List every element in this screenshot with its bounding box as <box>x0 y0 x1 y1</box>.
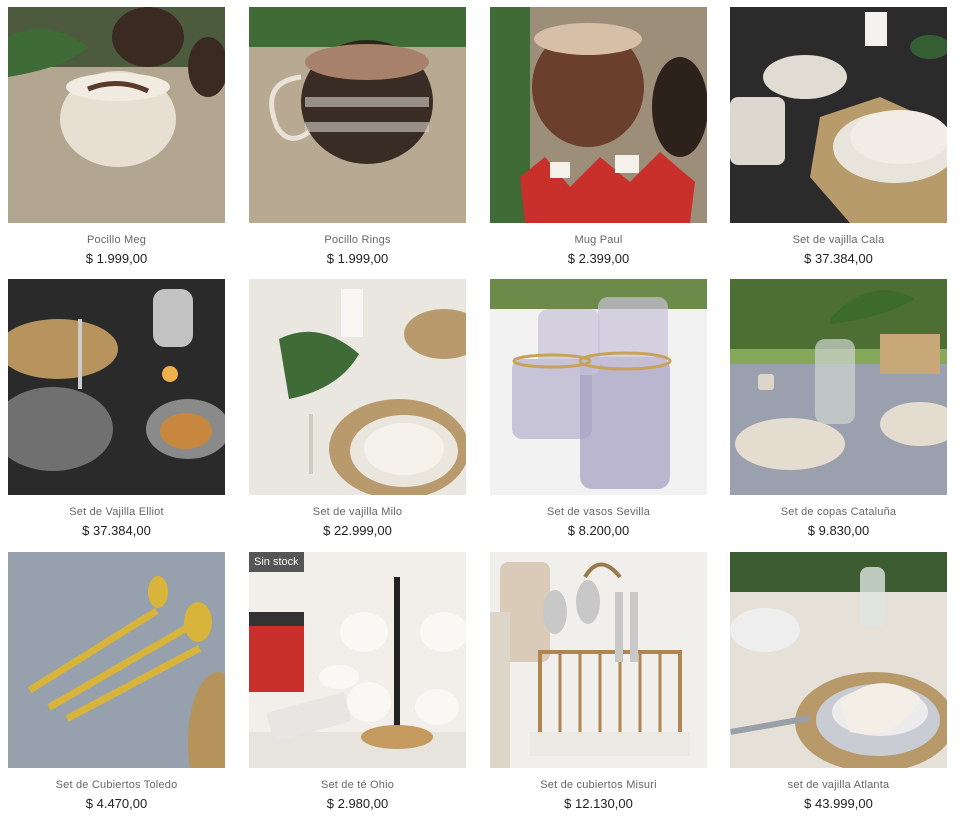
product-price: $ 43.999,00 <box>804 796 873 811</box>
product-price: $ 2.399,00 <box>567 251 630 266</box>
product-price: $ 2.980,00 <box>326 796 389 811</box>
product-price: $ 9.830,00 <box>807 523 870 538</box>
product-image[interactable] <box>490 7 707 223</box>
product-name[interactable]: Set de Cubiertos Toledo <box>8 779 225 791</box>
product-price: $ 12.130,00 <box>564 796 633 811</box>
product-card[interactable]: Set de vasos Sevilla $ 8.200,00 <box>490 279 707 545</box>
product-card[interactable]: Set de Cubiertos Toledo $ 4.470,00 <box>8 552 225 818</box>
product-image[interactable] <box>730 279 947 495</box>
product-image[interactable] <box>490 279 707 495</box>
product-image[interactable] <box>490 552 707 768</box>
product-price: $ 8.200,00 <box>567 523 630 538</box>
product-price: $ 22.999,00 <box>323 523 392 538</box>
product-card[interactable]: Set de copas Cataluña $ 9.830,00 <box>730 279 947 545</box>
product-card[interactable]: Pocillo Meg $ 1.999,00 <box>8 7 225 273</box>
product-card[interactable]: Set de cubiertos Misuri $ 12.130,00 <box>490 552 707 818</box>
product-image[interactable]: Sin stock <box>249 552 466 768</box>
product-image[interactable] <box>249 7 466 223</box>
product-name[interactable]: Pocillo Meg <box>8 234 225 246</box>
product-price: $ 1.999,00 <box>326 251 389 266</box>
product-price: $ 37.384,00 <box>82 523 151 538</box>
product-card[interactable]: Mug Paul $ 2.399,00 <box>490 7 707 273</box>
product-name[interactable]: Set de vajilla Cala <box>730 234 947 246</box>
product-card[interactable]: Sin stock Set de té Ohio $ 2.980,00 <box>249 552 466 818</box>
product-price: $ 1.999,00 <box>85 251 148 266</box>
product-card[interactable]: Set de vajilla Cala $ 37.384,00 <box>730 7 947 273</box>
product-image[interactable] <box>8 7 225 223</box>
product-price: $ 37.384,00 <box>804 251 873 266</box>
product-name[interactable]: Set de copas Cataluña <box>730 506 947 518</box>
product-card[interactable]: set de vajilla Atlanta $ 43.999,00 <box>730 552 947 818</box>
out-of-stock-badge: Sin stock <box>249 552 304 572</box>
product-name[interactable]: Pocillo Rings <box>249 234 466 246</box>
product-price: $ 4.470,00 <box>85 796 148 811</box>
product-image[interactable] <box>8 279 225 495</box>
product-name[interactable]: set de vajilla Atlanta <box>730 779 947 791</box>
product-name[interactable]: Set de vasos Sevilla <box>490 506 707 518</box>
product-name[interactable]: Mug Paul <box>490 234 707 246</box>
product-name[interactable]: Set de cubiertos Misuri <box>490 779 707 791</box>
product-image[interactable] <box>730 552 947 768</box>
product-name[interactable]: Set de té Ohio <box>249 779 466 791</box>
product-image[interactable] <box>249 279 466 495</box>
product-card[interactable]: Pocillo Rings $ 1.999,00 <box>249 7 466 273</box>
product-card[interactable]: Set de Vajilla Elliot $ 37.384,00 <box>8 279 225 545</box>
product-name[interactable]: Set de vajilla Milo <box>249 506 466 518</box>
product-image[interactable] <box>8 552 225 768</box>
product-name[interactable]: Set de Vajilla Elliot <box>8 506 225 518</box>
product-card[interactable]: Set de vajilla Milo $ 22.999,00 <box>249 279 466 545</box>
product-image[interactable] <box>730 7 947 223</box>
